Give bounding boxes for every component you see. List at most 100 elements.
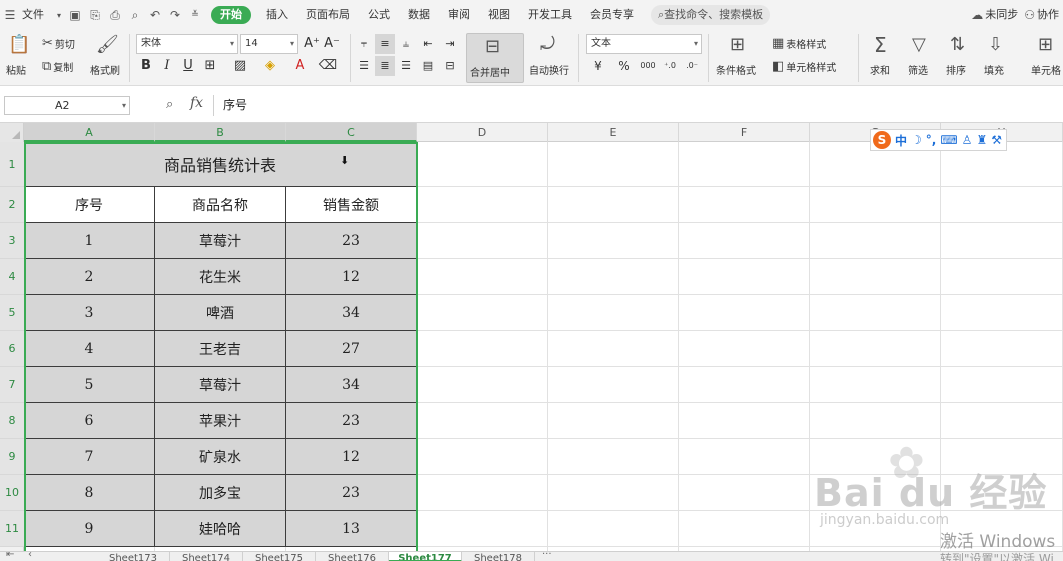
save-icon[interactable]: ▣ bbox=[65, 0, 85, 30]
select-all-corner[interactable] bbox=[0, 123, 24, 142]
wrap-text-icon[interactable]: ⤾ bbox=[540, 34, 555, 55]
data-cell[interactable]: 4 bbox=[24, 331, 155, 367]
clear-format-icon[interactable]: ⌫ bbox=[318, 56, 338, 76]
indent-decrease-icon[interactable]: ⇤ bbox=[418, 34, 438, 54]
sheet-tab-sheet175[interactable]: Sheet175 bbox=[243, 552, 316, 561]
border-icon[interactable]: ⊞ bbox=[200, 56, 220, 76]
currency-icon[interactable]: ¥ bbox=[588, 56, 608, 76]
column-header-a[interactable]: A bbox=[24, 123, 155, 142]
fill-icon[interactable]: ⇩ bbox=[988, 34, 1003, 55]
user-icon[interactable]: ♙ bbox=[962, 133, 973, 147]
sheet-tab-sheet178[interactable]: Sheet178 bbox=[462, 552, 535, 561]
sum-icon[interactable]: Σ bbox=[874, 33, 887, 57]
paste-icon[interactable]: 📋 bbox=[8, 34, 30, 55]
table-style-button[interactable]: ▦ 表格样式 bbox=[772, 36, 826, 51]
data-cell[interactable]: 娃哈哈 bbox=[155, 511, 286, 547]
data-cell[interactable]: 草莓汁 bbox=[155, 367, 286, 403]
percent-icon[interactable]: % bbox=[614, 56, 634, 76]
decrease-decimal-icon[interactable]: .0⁻ bbox=[682, 56, 702, 76]
export-pdf-icon[interactable]: ⎘ bbox=[85, 0, 105, 30]
filter-label[interactable]: 筛选 bbox=[908, 62, 928, 77]
cell-style-button[interactable]: ◧ 单元格样式 bbox=[772, 59, 836, 74]
hamburger-menu-icon[interactable]: ☰ bbox=[0, 0, 20, 30]
data-cell[interactable]: 13 bbox=[286, 511, 417, 547]
format-painter-icon[interactable]: 🖌 bbox=[96, 34, 119, 55]
tab-formulas[interactable]: 公式 bbox=[359, 0, 399, 30]
row-header-5[interactable]: 5 bbox=[0, 295, 24, 331]
print-preview-icon[interactable]: ⌕ bbox=[125, 0, 145, 30]
align-top-icon[interactable]: ⫧ bbox=[354, 34, 374, 54]
bold-button[interactable]: B bbox=[136, 56, 156, 76]
number-format-select[interactable]: 文本 ▾ bbox=[586, 34, 702, 54]
font-color-icon[interactable]: A bbox=[290, 56, 310, 76]
sheet-tab-sheet177[interactable]: Sheet177 bbox=[389, 552, 462, 561]
align-left-icon[interactable]: ☰ bbox=[354, 56, 374, 76]
italic-button[interactable]: I bbox=[157, 56, 177, 76]
underline-button[interactable]: U bbox=[178, 56, 198, 76]
data-cell[interactable]: 2 bbox=[24, 259, 155, 295]
data-cell[interactable]: 草莓汁 bbox=[155, 223, 286, 259]
sogou-logo-icon[interactable]: S bbox=[873, 131, 891, 149]
fill-color-icon[interactable]: ◈ bbox=[260, 56, 280, 76]
cut-button[interactable]: ✂ 剪切 bbox=[42, 36, 75, 51]
align-center-icon[interactable]: ≣ bbox=[375, 56, 395, 76]
sort-icon[interactable]: ⇅ bbox=[950, 34, 965, 55]
column-header-f[interactable]: F bbox=[679, 123, 810, 142]
tab-data[interactable]: 数据 bbox=[399, 0, 439, 30]
data-cell[interactable]: 12 bbox=[286, 259, 417, 295]
tab-view[interactable]: 视图 bbox=[479, 0, 519, 30]
cells-label[interactable]: 单元格 bbox=[1031, 62, 1061, 77]
redo-icon[interactable]: ↷ bbox=[165, 0, 185, 30]
data-cell[interactable]: 27 bbox=[286, 331, 417, 367]
align-bottom-icon[interactable]: ⫨ bbox=[396, 34, 416, 54]
customize-chevron-icon[interactable]: ≚ bbox=[185, 0, 205, 30]
increase-decimal-icon[interactable]: ⁺.0 bbox=[660, 56, 680, 76]
fill-label[interactable]: 填充 bbox=[984, 62, 1004, 77]
cells-icon[interactable]: ⊞ bbox=[1038, 34, 1053, 55]
print-icon[interactable]: ⎙ bbox=[105, 0, 125, 30]
zoom-icon[interactable]: ⌕ bbox=[166, 97, 173, 112]
font-size-select[interactable]: 14 ▾ bbox=[240, 34, 298, 54]
format-painter-label[interactable]: 格式刷 bbox=[90, 62, 120, 77]
data-cell[interactable]: 矿泉水 bbox=[155, 439, 286, 475]
conditional-format-label[interactable]: 条件格式 bbox=[716, 62, 756, 77]
row-header-1[interactable]: 1 bbox=[0, 142, 24, 187]
data-cell[interactable]: 9 bbox=[24, 511, 155, 547]
font-name-select[interactable]: 宋体 ▾ bbox=[136, 34, 238, 54]
row-header-4[interactable]: 4 bbox=[0, 259, 24, 295]
decrease-font-icon[interactable]: A⁻ bbox=[322, 34, 342, 54]
data-cell[interactable]: 34 bbox=[286, 295, 417, 331]
ime-mode-toggle[interactable]: 中 bbox=[895, 132, 907, 149]
column-header-b[interactable]: B bbox=[155, 123, 286, 142]
border-style-icon[interactable]: ▨ bbox=[230, 56, 250, 76]
keyboard-icon[interactable]: ⌨ bbox=[940, 133, 957, 147]
row-header-9[interactable]: 9 bbox=[0, 439, 24, 475]
tab-page-layout[interactable]: 页面布局 bbox=[297, 0, 359, 30]
sheet-tab-sheet173[interactable]: Sheet173 bbox=[97, 552, 170, 561]
wrench-icon[interactable]: ⚒ bbox=[991, 133, 1002, 147]
data-cell[interactable]: 王老吉 bbox=[155, 331, 286, 367]
row-header-10[interactable]: 10 bbox=[0, 475, 24, 511]
column-header-e[interactable]: E bbox=[548, 123, 679, 142]
chevron-down-icon[interactable]: ▾ bbox=[53, 0, 65, 30]
row-header-3[interactable]: 3 bbox=[0, 223, 24, 259]
column-header-c[interactable]: C bbox=[286, 123, 417, 142]
moon-icon[interactable]: ☽ bbox=[911, 133, 922, 147]
table-title-cell[interactable]: 商品销售统计表 bbox=[24, 142, 417, 187]
prev-sheet-icon[interactable]: ‹ bbox=[28, 552, 32, 560]
shirt-icon[interactable]: ♜ bbox=[976, 133, 987, 147]
data-cell[interactable]: 加多宝 bbox=[155, 475, 286, 511]
conditional-format-icon[interactable]: ⊞ bbox=[730, 34, 745, 55]
data-cell[interactable]: 花生米 bbox=[155, 259, 286, 295]
more-sheets[interactable]: ··· bbox=[542, 552, 552, 560]
tab-home[interactable]: 开始 bbox=[211, 6, 251, 24]
data-cell[interactable]: 5 bbox=[24, 367, 155, 403]
data-cell[interactable]: 23 bbox=[286, 403, 417, 439]
menu-file[interactable]: 文件 bbox=[20, 0, 53, 30]
data-cell[interactable]: 8 bbox=[24, 475, 155, 511]
sort-label[interactable]: 排序 bbox=[946, 62, 966, 77]
header-cell[interactable]: 商品名称 bbox=[155, 187, 286, 223]
sync-status[interactable]: 未同步 bbox=[985, 0, 1024, 30]
tab-developer[interactable]: 开发工具 bbox=[519, 0, 581, 30]
first-sheet-icon[interactable]: ⇤ bbox=[6, 552, 14, 560]
